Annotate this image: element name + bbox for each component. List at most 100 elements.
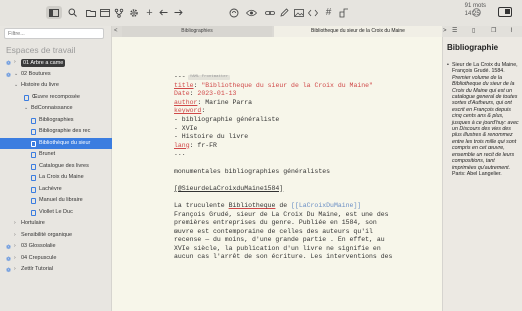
chevron-right-icon: › bbox=[14, 266, 16, 272]
tree-item-label: 03 Glossolalie bbox=[21, 243, 56, 249]
frontmatter-start: --- YAML Frontmatter bbox=[174, 73, 231, 80]
tab-scroll-left-icon[interactable]: < bbox=[114, 26, 118, 37]
editor-content[interactable]: --- YAML Frontmatter title: "Bibliotheque… bbox=[174, 73, 436, 262]
frontmatter-end: ... bbox=[174, 150, 186, 158]
image-icon[interactable] bbox=[292, 6, 305, 19]
chevron-right-icon: › bbox=[14, 254, 16, 261]
paragraph-line: premières entreprises du genre. Publiée … bbox=[174, 219, 377, 227]
gear-icon[interactable] bbox=[127, 6, 140, 19]
search-icon[interactable] bbox=[66, 6, 79, 19]
references-icon[interactable]: ❐ bbox=[491, 26, 496, 37]
chevron-down-icon: ⌄ bbox=[24, 105, 29, 111]
file-tree: ❁ › 01 Arbre a came ❁ ⌄ 02 Boutures ⌄ Hi… bbox=[0, 57, 112, 276]
github-icon[interactable] bbox=[227, 6, 240, 19]
wiki-link[interactable]: [[LaCroixDuMaine]] bbox=[291, 202, 361, 209]
plus-icon[interactable]: + bbox=[143, 6, 156, 19]
tree-item-arbre-a-came[interactable]: ❁ › 01 Arbre a came bbox=[0, 57, 112, 69]
tree-item-label: Bibliographie des rec bbox=[39, 128, 91, 134]
title-line: title: "Bibliotheque du sieur de la Croi… bbox=[174, 81, 373, 89]
circle-icon[interactable] bbox=[470, 6, 483, 19]
tree-item-bibliographie-des-rec[interactable]: Bibliographie des rec bbox=[0, 126, 112, 138]
tree-item-label: Hortulaire bbox=[21, 220, 45, 226]
theme-toggle-icon[interactable] bbox=[498, 7, 512, 17]
tree-item-viollet-le-duc[interactable]: Viollet Le Duc bbox=[0, 207, 112, 219]
file-icon bbox=[31, 186, 36, 193]
window-icon[interactable] bbox=[98, 6, 111, 19]
tree-item-label: Catalogue des livres bbox=[39, 162, 89, 169]
pen-icon[interactable] bbox=[278, 6, 291, 19]
back-icon[interactable] bbox=[157, 6, 170, 19]
file-info-icon[interactable]: ▯ bbox=[472, 26, 475, 37]
file-icon bbox=[31, 198, 36, 204]
chevron-right-icon: › bbox=[14, 220, 16, 226]
tree-item-glossolalie[interactable]: ❁ › 03 Glossolalie bbox=[0, 241, 112, 253]
tree-item-lachevre[interactable]: Lachèvre bbox=[0, 184, 112, 196]
file-icon bbox=[31, 163, 36, 170]
tree-item-label: 02 Boutures bbox=[21, 70, 51, 77]
author-line: author: Marine Parra bbox=[174, 98, 253, 106]
tree-item-label: Viollet Le Duc bbox=[39, 208, 73, 215]
editor-pane[interactable]: --- YAML Frontmatter title: "Bibliotheque… bbox=[112, 37, 442, 311]
tree-item-catalogue-des-livres[interactable]: Catalogue des livres bbox=[0, 161, 112, 173]
code-icon[interactable] bbox=[306, 6, 319, 19]
sidebar-tabs: > ☰ ▯ ❐ ⌇ bbox=[442, 26, 522, 37]
tree-item-bibliotheque-du-sieur[interactable]: Bibliothèque du sieur bbox=[0, 137, 112, 149]
bibliography-title: Bibliographie bbox=[447, 43, 499, 52]
tree-item-hortulaire[interactable]: › Hortulaire bbox=[0, 218, 112, 230]
workspace-icon: ❁ bbox=[6, 256, 12, 263]
toc-icon[interactable]: ☰ bbox=[452, 26, 457, 37]
workspace-icon: ❁ bbox=[6, 245, 12, 251]
tree-item-label: 04 Crepuscule bbox=[21, 254, 57, 261]
tree-item-histoire-du-livre[interactable]: ⌄ Histoire du livre bbox=[0, 80, 112, 92]
tab-scroll-right-icon[interactable]: > bbox=[443, 26, 447, 37]
tree-item-label: Bibliographies bbox=[39, 116, 74, 123]
keyword-item: - bibliographie généraliste bbox=[174, 115, 280, 123]
tree-item-label: BdConnaissance bbox=[31, 105, 73, 111]
tree-item-label: Brunet bbox=[39, 151, 56, 157]
eye-icon[interactable] bbox=[245, 6, 258, 19]
bibliography-entry: Sieur de La Croix du Maine, François Gru… bbox=[447, 62, 520, 177]
chevron-right-icon: › bbox=[14, 59, 16, 65]
git-icon[interactable] bbox=[112, 6, 125, 19]
tree-item-oeuvre-recomposee[interactable]: Œuvre recomposée bbox=[0, 92, 112, 104]
heading-text: monumentales bibliographies généralistes bbox=[174, 167, 331, 175]
sidebar-toggle-icon[interactable] bbox=[46, 6, 62, 19]
lang-line: lang: fr-FR bbox=[174, 141, 217, 149]
filter-input[interactable] bbox=[4, 28, 104, 39]
app-window: + # 91 mots 14:25 Filtre... Espaces de t… bbox=[0, 0, 522, 311]
file-tree-sidebar: Espaces de travail ❁ › 01 Arbre a came ❁… bbox=[0, 26, 112, 311]
citation[interactable]: [@SieurdeLaCroixduMaine1584] bbox=[174, 185, 436, 194]
forward-icon[interactable] bbox=[172, 6, 185, 19]
paragraph-line: La truculente Bibliotheque de [[LaCroixD… bbox=[174, 201, 362, 209]
file-icon bbox=[31, 175, 36, 181]
tree-item-manuel-du-libraire[interactable]: Manuel du libraire bbox=[0, 195, 112, 207]
tab-bibliotheque-du-sieur[interactable]: Bibliotheque du sieur de la Croix du Mai… bbox=[274, 26, 442, 37]
tree-item-boutures[interactable]: ❁ ⌄ 02 Boutures bbox=[0, 69, 112, 81]
tree-item-brunet[interactable]: Brunet bbox=[0, 149, 112, 161]
workspace-icon: ❁ bbox=[6, 61, 12, 67]
toolbar: + # 91 mots 14:25 bbox=[0, 0, 522, 26]
tree-item-zettlr-tutorial[interactable]: ❁ › Zettlr Tutorial bbox=[0, 264, 112, 276]
folder-icon[interactable] bbox=[84, 6, 97, 19]
keyword-item: - Histoire du livre bbox=[174, 133, 249, 141]
hash-icon[interactable]: # bbox=[322, 6, 335, 19]
attachment-icon[interactable]: ⌇ bbox=[510, 26, 513, 37]
tree-item-crepuscule[interactable]: ❁ › 04 Crepuscule bbox=[0, 253, 112, 265]
date-line: Date: 2023-01-13 bbox=[174, 90, 237, 98]
paragraph-line: œuvre est contemporaine de celles des au… bbox=[174, 227, 373, 235]
paragraph-line: recense — du moins, d'une grande partie … bbox=[174, 236, 385, 244]
tree-item-label: 01 Arbre a came bbox=[21, 59, 66, 67]
tab-bibliographies[interactable]: Bibliographies bbox=[122, 26, 272, 37]
link-icon[interactable] bbox=[263, 6, 276, 19]
tree-item-bdconnaissance[interactable]: ⌄ BdConnaissance bbox=[0, 103, 112, 115]
tree-item-sensibilite-organique[interactable]: › Sensibilité organique bbox=[0, 230, 112, 242]
keyword-item: - XVIe bbox=[174, 124, 198, 132]
file-icon bbox=[31, 152, 36, 158]
yaml-chip: YAML Frontmatter bbox=[187, 75, 231, 80]
tree-item-bibliographies[interactable]: Bibliographies bbox=[0, 115, 112, 127]
paragraph-line: François Grudé, sieur de La Croix Du Mai… bbox=[174, 210, 389, 218]
tree-item-la-croix-du-maine[interactable]: La Croix du Maine bbox=[0, 172, 112, 184]
ruler-icon[interactable] bbox=[337, 6, 350, 19]
tree-item-label: Œuvre recomposée bbox=[32, 93, 80, 100]
keyword-line: keyword: bbox=[174, 107, 206, 115]
